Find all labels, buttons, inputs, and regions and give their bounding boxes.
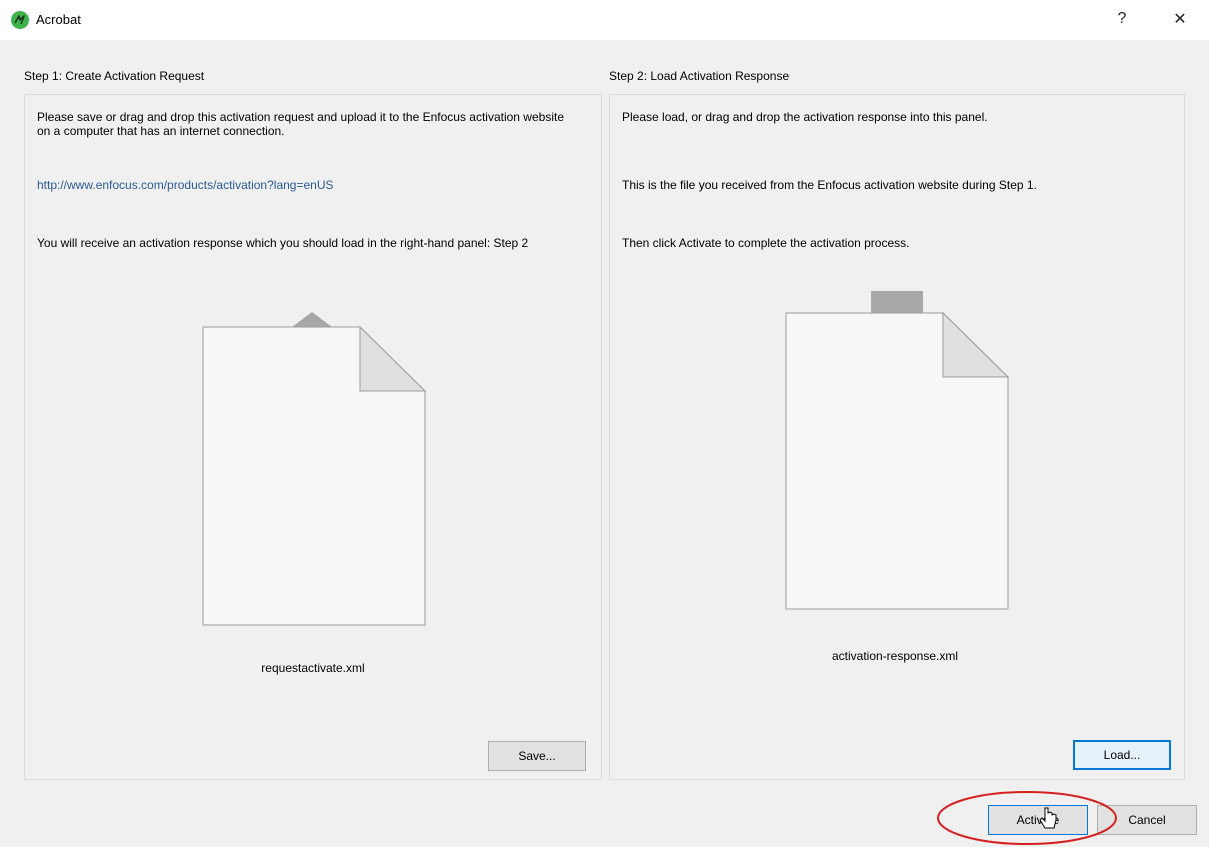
upload-document-icon[interactable] — [201, 305, 427, 627]
step2-activate-note: Then click Activate to complete the acti… — [622, 236, 910, 250]
close-button[interactable]: ✕ — [1160, 4, 1200, 34]
step1-response-note: You will receive an activation response … — [37, 236, 529, 250]
download-document-icon[interactable] — [784, 291, 1010, 611]
window-title: Acrobat — [36, 12, 81, 27]
save-button[interactable]: Save... — [488, 741, 586, 771]
activate-button[interactable]: Activate — [988, 805, 1088, 835]
load-button[interactable]: Load... — [1073, 740, 1171, 770]
step1-instructions: Please save or drag and drop this activa… — [37, 110, 564, 138]
step2-load-instructions: Please load, or drag and drop the activa… — [622, 110, 988, 124]
acrobat-app-icon — [11, 11, 29, 29]
step2-heading: Step 2: Load Activation Response — [609, 69, 790, 83]
title-bar: Acrobat ? ✕ — [0, 0, 1209, 40]
step2-file-note: This is the file you received from the E… — [622, 178, 1037, 192]
cancel-button[interactable]: Cancel — [1097, 805, 1197, 835]
help-button[interactable]: ? — [1102, 4, 1142, 34]
step1-heading: Step 1: Create Activation Request — [24, 69, 205, 83]
response-filename: activation-response.xml — [831, 649, 959, 663]
activation-request-panel[interactable]: Please save or drag and drop this activa… — [24, 94, 602, 780]
request-filename: requestactivate.xml — [261, 661, 365, 675]
activation-response-panel[interactable]: Please load, or drag and drop the activa… — [609, 94, 1185, 780]
activation-website-link[interactable]: http://www.enfocus.com/products/activati… — [37, 178, 577, 192]
